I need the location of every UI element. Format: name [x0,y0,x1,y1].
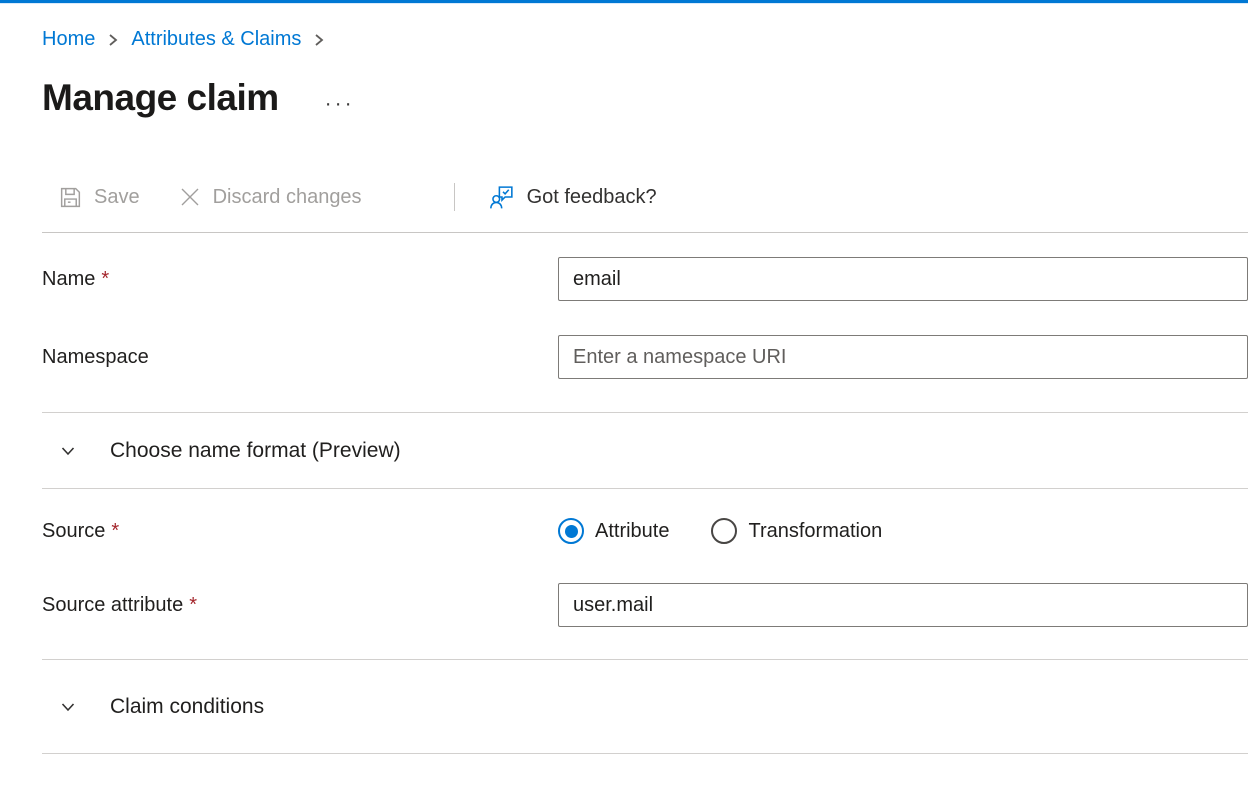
discard-changes-label: Discard changes [213,186,362,209]
more-options-button[interactable]: ··· [325,93,355,114]
required-asterisk: * [101,268,109,290]
chevron-right-icon [106,31,120,49]
radio-transformation-label: Transformation [748,520,882,543]
claim-conditions-section-header[interactable]: Claim conditions [42,660,1248,753]
got-feedback-button[interactable]: Got feedback? [489,184,657,211]
chevron-right-icon [312,31,326,49]
namespace-label-text: Namespace [42,346,149,368]
source-attribute-input[interactable] [558,583,1248,627]
source-attribute-label-text: Source attribute [42,594,183,616]
got-feedback-label: Got feedback? [527,186,657,209]
feedback-person-icon [489,184,516,211]
save-icon [58,185,83,210]
source-field-label: Source * [42,520,558,543]
section-divider [42,488,1248,489]
name-field-label: Name * [42,268,558,291]
namespace-input[interactable] [558,335,1248,379]
save-button[interactable]: Save [58,185,140,210]
radio-attribute-label: Attribute [595,520,669,543]
namespace-field-label: Namespace [42,346,558,369]
source-radio-transformation[interactable]: Transformation [711,518,882,544]
breadcrumb: Home Attributes & Claims [42,28,1248,51]
radio-unselected-icon [711,518,737,544]
save-button-label: Save [94,186,140,209]
toolbar-divider [454,183,455,211]
radio-selected-icon [558,518,584,544]
source-attribute-field-label: Source attribute * [42,594,558,617]
toolbar-bottom-divider [42,232,1248,233]
discard-changes-button[interactable]: Discard changes [178,185,362,209]
source-radio-attribute[interactable]: Attribute [558,518,669,544]
title-row: Manage claim ··· [42,77,1248,119]
name-input[interactable] [558,257,1248,301]
source-radio-group: Attribute Transformation [558,518,882,544]
name-field-row: Name * [42,257,1248,301]
name-label-text: Name [42,268,95,290]
source-field-row: Source * Attribute Transformation [42,515,1248,547]
breadcrumb-link-attributes-claims[interactable]: Attributes & Claims [131,28,301,51]
manage-claim-page: Home Attributes & Claims Manage claim ··… [0,28,1248,754]
page-title: Manage claim [42,77,279,119]
dismiss-icon [178,185,202,209]
choose-name-format-label: Choose name format (Preview) [110,439,401,463]
source-attribute-field-row: Source attribute * [42,583,1248,627]
claim-conditions-label: Claim conditions [110,695,264,719]
top-accent-bar [0,0,1248,4]
chevron-down-icon [59,698,77,716]
breadcrumb-link-home[interactable]: Home [42,28,95,51]
namespace-field-row: Namespace [42,335,1248,379]
required-asterisk: * [111,520,119,542]
required-asterisk: * [189,594,197,616]
choose-name-format-section-header[interactable]: Choose name format (Preview) [42,413,1248,488]
section-divider [42,753,1248,754]
command-bar: Save Discard changes Got feedback? [42,175,1248,219]
source-label-text: Source [42,520,105,542]
chevron-down-icon [59,442,77,460]
